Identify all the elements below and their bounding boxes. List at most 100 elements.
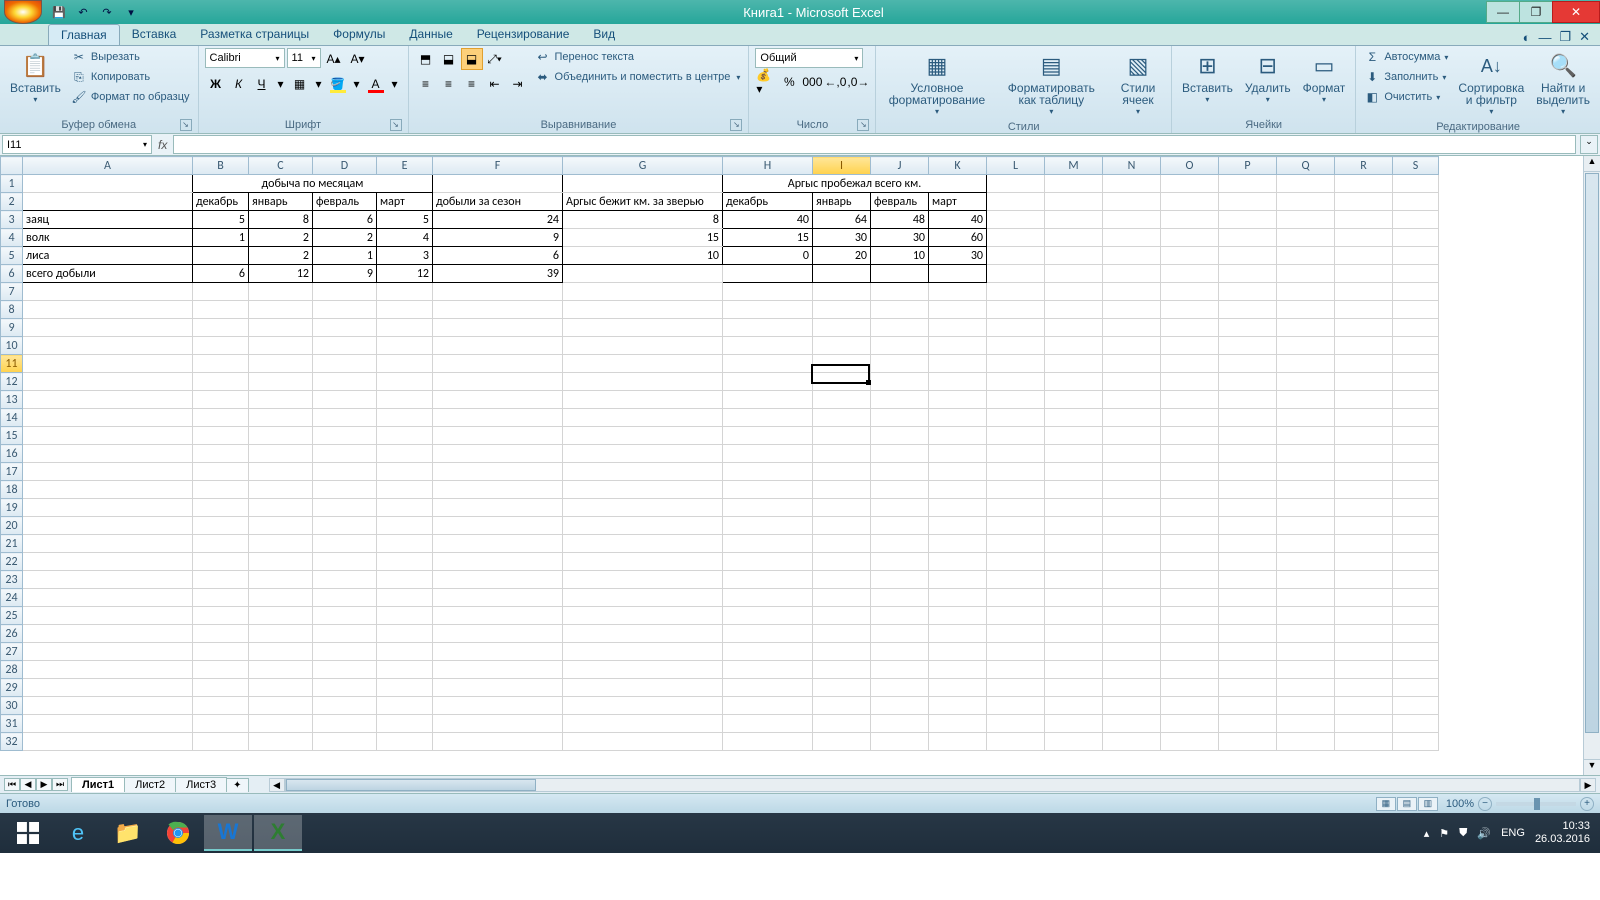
cell-O21[interactable] [1161,535,1219,553]
cell-S30[interactable] [1393,697,1439,715]
cell-B29[interactable] [193,679,249,697]
cell-A25[interactable] [23,607,193,625]
cell-C21[interactable] [249,535,313,553]
cell-Q19[interactable] [1277,499,1335,517]
cell-I13[interactable] [813,391,871,409]
cell-Q31[interactable] [1277,715,1335,733]
cell-L26[interactable] [987,625,1045,643]
row-header-26[interactable]: 26 [1,625,23,643]
increase-font-icon[interactable]: A▴ [323,48,345,70]
cell-A8[interactable] [23,301,193,319]
cell-N19[interactable] [1103,499,1161,517]
row-header-25[interactable]: 25 [1,607,23,625]
cell-H15[interactable] [723,427,813,445]
cell-N17[interactable] [1103,463,1161,481]
fill-color-button[interactable]: 🪣 [327,73,349,95]
cell-S28[interactable] [1393,661,1439,679]
cell-K24[interactable] [929,589,987,607]
cell-C26[interactable] [249,625,313,643]
cell-P18[interactable] [1219,481,1277,499]
cell-F32[interactable] [433,733,563,751]
cell-P32[interactable] [1219,733,1277,751]
col-header-M[interactable]: M [1045,157,1103,175]
cell-O25[interactable] [1161,607,1219,625]
cell-Q24[interactable] [1277,589,1335,607]
cell-G21[interactable] [563,535,723,553]
cell-O26[interactable] [1161,625,1219,643]
hscroll-left-icon[interactable]: ◀ [269,778,285,792]
cell-C32[interactable] [249,733,313,751]
cell-K28[interactable] [929,661,987,679]
cell-P21[interactable] [1219,535,1277,553]
cell-S15[interactable] [1393,427,1439,445]
cell-G3[interactable]: 8 [563,211,723,229]
cell-I22[interactable] [813,553,871,571]
cell-H31[interactable] [723,715,813,733]
cell-R23[interactable] [1335,571,1393,589]
cell-J20[interactable] [871,517,929,535]
tray-up-icon[interactable]: ▴ [1424,827,1430,840]
cell-M18[interactable] [1045,481,1103,499]
cell-L3[interactable] [987,211,1045,229]
cell-C2[interactable]: январь [249,193,313,211]
cell-H25[interactable] [723,607,813,625]
cell-R27[interactable] [1335,643,1393,661]
cell-N4[interactable] [1103,229,1161,247]
cell-C25[interactable] [249,607,313,625]
sheet-nav-next-icon[interactable]: ▶ [36,778,52,791]
cell-S5[interactable] [1393,247,1439,265]
cell-K31[interactable] [929,715,987,733]
cell-S9[interactable] [1393,319,1439,337]
cell-M2[interactable] [1045,193,1103,211]
formula-input[interactable] [173,135,1576,154]
cell-L32[interactable] [987,733,1045,751]
cell-R20[interactable] [1335,517,1393,535]
cell-F20[interactable] [433,517,563,535]
cell-A23[interactable] [23,571,193,589]
cell-A9[interactable] [23,319,193,337]
cell-R5[interactable] [1335,247,1393,265]
cell-I31[interactable] [813,715,871,733]
cell-P10[interactable] [1219,337,1277,355]
cell-G20[interactable] [563,517,723,535]
cell-D30[interactable] [313,697,377,715]
cell-H11[interactable] [723,355,813,373]
cell-D13[interactable] [313,391,377,409]
cell-F12[interactable] [433,373,563,391]
cell-E10[interactable] [377,337,433,355]
cell-A2[interactable] [23,193,193,211]
cell-D5[interactable]: 1 [313,247,377,265]
cell-M19[interactable] [1045,499,1103,517]
ribbon-restore-icon[interactable]: ❐ [1559,29,1571,45]
cell-L17[interactable] [987,463,1045,481]
cell-Q21[interactable] [1277,535,1335,553]
cell-F9[interactable] [433,319,563,337]
cell-A4[interactable]: волк [23,229,193,247]
cell-I12[interactable] [813,373,871,391]
cell-C27[interactable] [249,643,313,661]
cell-H12[interactable] [723,373,813,391]
tray-flag-icon[interactable]: ⚑ [1439,827,1449,840]
row-header-17[interactable]: 17 [1,463,23,481]
cell-D29[interactable] [313,679,377,697]
cell-M9[interactable] [1045,319,1103,337]
align-top-icon[interactable]: ⬒ [415,48,437,70]
cell-B14[interactable] [193,409,249,427]
cell-P15[interactable] [1219,427,1277,445]
select-all-corner[interactable] [1,157,23,175]
col-header-S[interactable]: S [1393,157,1439,175]
cell-D28[interactable] [313,661,377,679]
row-header-23[interactable]: 23 [1,571,23,589]
cell-I28[interactable] [813,661,871,679]
cell-N11[interactable] [1103,355,1161,373]
cell-B11[interactable] [193,355,249,373]
cell-G16[interactable] [563,445,723,463]
bold-button[interactable]: Ж [205,73,227,95]
col-header-P[interactable]: P [1219,157,1277,175]
cell-J26[interactable] [871,625,929,643]
cell-O13[interactable] [1161,391,1219,409]
cell-L31[interactable] [987,715,1045,733]
row-header-5[interactable]: 5 [1,247,23,265]
cell-R13[interactable] [1335,391,1393,409]
cell-G18[interactable] [563,481,723,499]
